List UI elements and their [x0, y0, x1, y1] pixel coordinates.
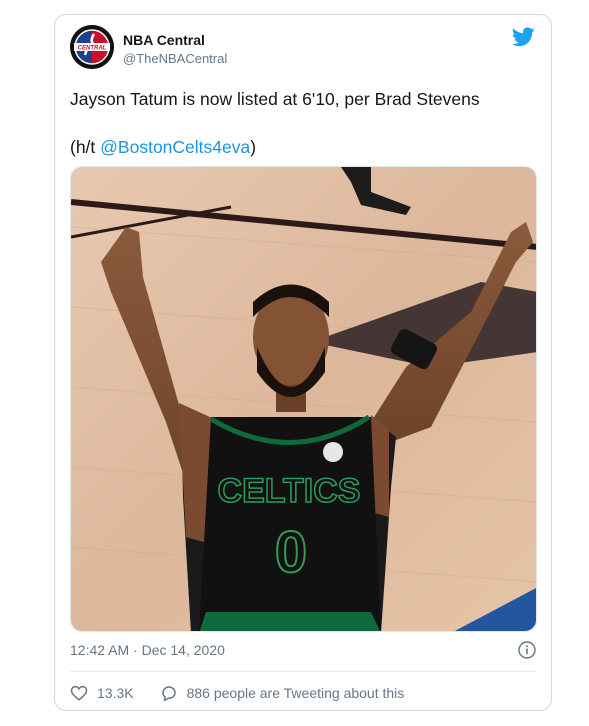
ht-suffix: ) [250, 137, 257, 157]
action-bar: 13.3K 886 people are Tweeting about this [70, 683, 404, 703]
reply-bubble-icon [161, 686, 176, 702]
svg-text:CENTRAL: CENTRAL [78, 46, 107, 52]
like-button[interactable]: 13.3K [70, 684, 134, 702]
author-name[interactable]: NBA Central [123, 32, 205, 48]
tweet-text: Jayson Tatum is now listed at 6'10, per … [70, 87, 535, 159]
conversation-text: 886 people are Tweeting about this [186, 685, 405, 701]
svg-text:CELTICS: CELTICS [218, 472, 361, 510]
timestamp[interactable]: 12:42 AM · Dec 14, 2020 [70, 642, 225, 658]
tweet-card[interactable]: CENTRAL NBA Central @TheNBACentral Jayso… [54, 14, 552, 711]
tweet-text-line-1: Jayson Tatum is now listed at 6'10, per … [70, 89, 480, 109]
avatar[interactable]: CENTRAL [70, 25, 114, 69]
conversation-link[interactable]: 886 people are Tweeting about this [160, 684, 405, 702]
like-count: 13.3K [97, 685, 134, 701]
divider [70, 671, 536, 672]
nba-central-logo: CENTRAL [70, 25, 114, 69]
mention-link[interactable]: @BostonCelts4eva [100, 137, 250, 157]
heart-icon [70, 685, 88, 701]
ht-prefix: (h/t [70, 137, 101, 157]
basketball-player-photo: CELTICS 0 [71, 167, 536, 631]
tweet-photo[interactable]: CELTICS 0 [70, 166, 537, 632]
author-handle[interactable]: @TheNBACentral [123, 51, 227, 66]
svg-text:0: 0 [275, 520, 307, 585]
tweet-text-line-2: (h/t @BostonCelts4eva) [70, 135, 535, 159]
info-icon[interactable] [518, 641, 536, 659]
twitter-bird-icon[interactable] [512, 27, 535, 47]
